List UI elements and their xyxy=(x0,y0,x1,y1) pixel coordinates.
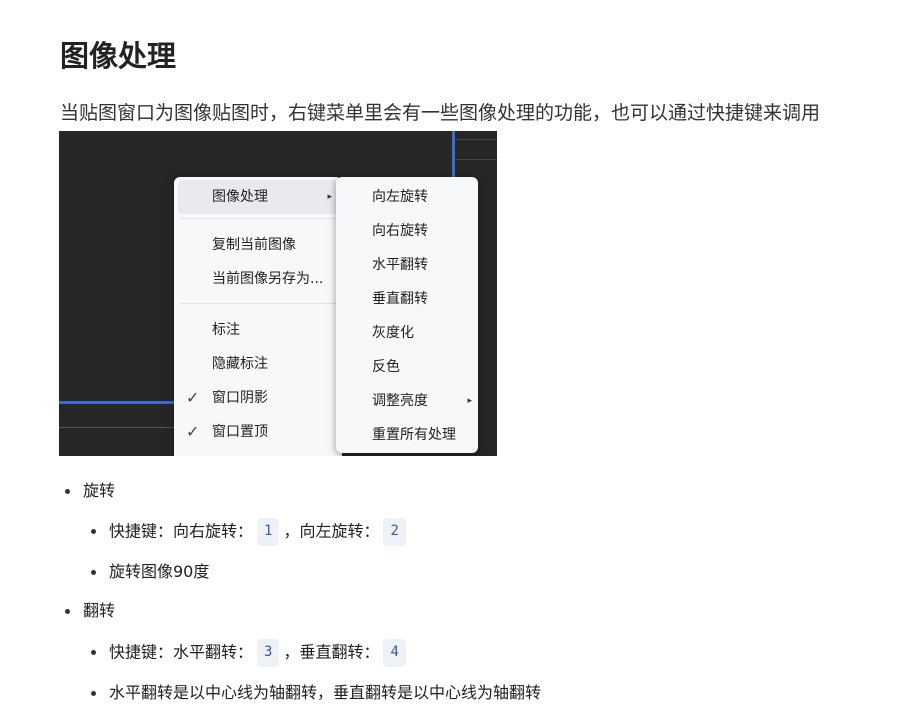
bullet-icon xyxy=(91,570,96,575)
submenu-item-rotate-left[interactable]: 向左旋转 xyxy=(336,180,478,214)
list-item-label: 翻转 xyxy=(83,601,116,620)
submenu-item-invert[interactable]: 反色 xyxy=(336,350,478,384)
list-item-label: 水平翻转是以中心线为轴翻转，垂直翻转是以中心线为轴翻转 xyxy=(109,683,542,702)
list-item-flip-shortcut: 快捷键：水平翻转： 3 ，垂直翻转： 4 xyxy=(91,639,410,667)
submenu-item-adjust-brightness[interactable]: 调整亮度 ▸ xyxy=(336,384,478,418)
menu-item-image-processing[interactable]: 图像处理 ▸ xyxy=(178,180,338,214)
divider xyxy=(455,139,497,140)
submenu-item-rotate-right[interactable]: 向右旋转 xyxy=(336,214,478,248)
menu-item-label: 窗口置顶 xyxy=(212,424,268,440)
menu-item-label: 标注 xyxy=(212,322,240,338)
shortcut-key: 4 xyxy=(383,639,406,667)
menu-item-window-shadow[interactable]: ✓ 窗口阴影 xyxy=(174,381,342,415)
menu-item-label: 窗口阴影 xyxy=(212,390,268,406)
list-item-label: 旋转图像90度 xyxy=(109,562,210,581)
menu-separator xyxy=(180,218,336,219)
bullet-icon xyxy=(91,529,96,534)
shortcut-key: 3 xyxy=(257,639,280,667)
menu-item-label: 向右旋转 xyxy=(372,223,428,239)
menu-item-copy-image[interactable]: 复制当前图像 xyxy=(174,228,342,262)
submenu-item-flip-horizontal[interactable]: 水平翻转 xyxy=(336,248,478,282)
bullet-icon xyxy=(65,609,70,614)
menu-item-save-image-as[interactable]: 当前图像另存为... xyxy=(174,262,342,296)
list-item-rotate-shortcut: 快捷键：向右旋转： 1 ，向左旋转： 2 xyxy=(91,518,410,546)
menu-item-hide-annotation[interactable]: 隐藏标注 xyxy=(174,347,342,381)
submenu-arrow-icon: ▸ xyxy=(327,192,332,202)
window-border-line xyxy=(59,401,179,404)
check-icon: ✓ xyxy=(186,422,200,441)
context-menu-screenshot: 图像处理 ▸ 复制当前图像 当前图像另存为... 标注 隐藏标注 ✓ 窗口阴影 xyxy=(59,131,497,456)
list-item-rotate: 旋转 xyxy=(65,478,116,504)
submenu-arrow-icon: ▸ xyxy=(467,396,472,406)
list-item-label: 旋转 xyxy=(83,481,116,500)
intro-paragraph: 当贴图窗口为图像贴图时，右键菜单里会有一些图像处理的功能，也可以通过快捷键来调用 xyxy=(60,102,821,124)
menu-item-label: 反色 xyxy=(372,359,400,375)
menu-item-label: 调整亮度 xyxy=(372,393,428,409)
shortcut-key: 1 xyxy=(257,518,280,546)
image-processing-submenu: 向左旋转 向右旋转 水平翻转 垂直翻转 灰度化 反色 调整亮度 ▸ 重置所有处理 xyxy=(336,177,478,453)
context-menu: 图像处理 ▸ 复制当前图像 当前图像另存为... 标注 隐藏标注 ✓ 窗口阴影 xyxy=(174,177,342,456)
menu-item-label: 向左旋转 xyxy=(372,189,428,205)
menu-item-label: 重置所有处理 xyxy=(372,427,456,443)
check-icon: ✓ xyxy=(186,388,200,407)
menu-item-window-topmost[interactable]: ✓ 窗口置顶 xyxy=(174,415,342,449)
document-page: 图像处理 当贴图窗口为图像贴图时，右键菜单里会有一些图像处理的功能，也可以通过快… xyxy=(0,0,919,709)
menu-item-label: 图像处理 xyxy=(212,189,268,205)
divider xyxy=(455,159,497,160)
submenu-item-grayscale[interactable]: 灰度化 xyxy=(336,316,478,350)
shortcut-label: 快捷键：水平翻转： xyxy=(109,642,254,662)
menu-item-annotate[interactable]: 标注 xyxy=(174,313,342,347)
shortcut-label: ，垂直翻转： xyxy=(283,642,380,662)
bullet-icon xyxy=(65,489,70,494)
list-item-flip: 翻转 xyxy=(65,598,116,624)
page-title: 图像处理 xyxy=(60,39,177,73)
menu-item-label: 复制当前图像 xyxy=(212,237,296,253)
submenu-item-flip-vertical[interactable]: 垂直翻转 xyxy=(336,282,478,316)
submenu-item-reset-all[interactable]: 重置所有处理 xyxy=(336,418,478,452)
menu-item-label: 垂直翻转 xyxy=(372,291,428,307)
shortcut-label: 快捷键：向右旋转： xyxy=(109,521,254,541)
shortcut-key: 2 xyxy=(383,518,406,546)
bullet-icon xyxy=(91,650,96,655)
list-item-flip-desc: 水平翻转是以中心线为轴翻转，垂直翻转是以中心线为轴翻转 xyxy=(91,680,542,706)
divider xyxy=(59,427,179,428)
shortcut-label: ，向左旋转： xyxy=(283,521,380,541)
bullet-icon xyxy=(91,691,96,696)
menu-item-label: 灰度化 xyxy=(372,325,414,341)
menu-item-label: 水平翻转 xyxy=(372,257,428,273)
menu-separator xyxy=(180,303,336,304)
menu-item-label: 当前图像另存为... xyxy=(212,271,324,287)
menu-item-label: 隐藏标注 xyxy=(212,356,268,372)
list-item-rotate-desc: 旋转图像90度 xyxy=(91,559,210,585)
